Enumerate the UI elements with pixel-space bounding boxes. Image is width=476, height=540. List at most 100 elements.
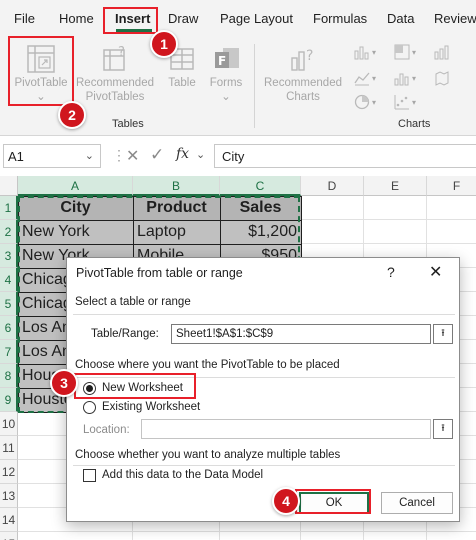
- row-header-10[interactable]: 10: [0, 412, 18, 436]
- existing-worksheet-label[interactable]: Existing Worksheet: [102, 401, 200, 413]
- row-header-4[interactable]: 4: [0, 268, 18, 292]
- column-header-a[interactable]: A: [18, 176, 133, 196]
- cancel-button[interactable]: Cancel: [381, 492, 453, 514]
- row-header-15[interactable]: 15: [0, 532, 18, 540]
- svg-text:F: F: [218, 54, 226, 68]
- table-cell-border: [133, 196, 221, 221]
- row-header-8[interactable]: 8: [0, 364, 18, 388]
- chevron-down-icon: ▾: [372, 98, 377, 107]
- forms-button[interactable]: F Forms ⌄: [204, 44, 248, 104]
- scatter-chart-icon[interactable]: [394, 94, 410, 110]
- more-options-icon: ⋮: [112, 147, 126, 163]
- row-header-3[interactable]: 3: [0, 244, 18, 268]
- column-header-e[interactable]: E: [364, 176, 427, 196]
- cancel-icon[interactable]: ✕: [126, 146, 139, 166]
- combo-chart-icon[interactable]: [434, 44, 450, 60]
- new-worksheet-radio[interactable]: [83, 382, 96, 395]
- pivottable-dialog: PivotTable from table or range ? ✕ Selec…: [66, 257, 460, 522]
- table-label: Table: [168, 77, 196, 89]
- insert-function-icon[interactable]: fx: [176, 146, 189, 162]
- chevron-down-icon: ▾: [412, 48, 417, 57]
- column-chart-icon[interactable]: [354, 44, 370, 60]
- row-header-7[interactable]: 7: [0, 340, 18, 364]
- table-cell-border: [18, 196, 134, 221]
- table-cell-border: [133, 220, 221, 245]
- help-icon[interactable]: ?: [387, 264, 395, 280]
- pivottable-button[interactable]: PivotTable ⌄: [10, 44, 72, 104]
- statistic-chart-icon[interactable]: [394, 70, 410, 86]
- row-header-12[interactable]: 12: [0, 460, 18, 484]
- divider: [73, 377, 455, 378]
- chevron-down-icon: ⌄: [221, 91, 231, 103]
- step-badge-3: 3: [50, 369, 78, 397]
- tab-draw[interactable]: Draw: [168, 11, 198, 26]
- collapse-dialog-icon[interactable]: ⭱: [433, 419, 453, 439]
- tab-insert[interactable]: Insert: [115, 11, 150, 26]
- column-header-c[interactable]: C: [220, 176, 301, 196]
- location-label: Location:: [83, 424, 130, 436]
- column-header-f[interactable]: F: [427, 176, 476, 196]
- column-header-b[interactable]: B: [133, 176, 220, 196]
- forms-label: Forms: [209, 77, 243, 89]
- range-label: TTable/Range:: [91, 328, 159, 340]
- recommended-pivottables-icon: ?: [103, 45, 125, 71]
- hierarchy-chart-icon[interactable]: [394, 44, 410, 60]
- existing-worksheet-radio[interactable]: [83, 401, 96, 414]
- row-header-14[interactable]: 14: [0, 508, 18, 532]
- row-header-11[interactable]: 11: [0, 436, 18, 460]
- data-model-label[interactable]: Add this data to the Data Model: [102, 469, 263, 481]
- close-icon[interactable]: ✕: [429, 262, 442, 282]
- tab-file[interactable]: File: [14, 11, 35, 26]
- step-badge-4: 4: [272, 487, 300, 515]
- column-header-d[interactable]: D: [301, 176, 364, 196]
- tab-home[interactable]: Home: [59, 11, 94, 26]
- section-place-label: Choose where you want the PivotTable to …: [75, 359, 340, 371]
- map-chart-icon[interactable]: [434, 70, 450, 86]
- location-input[interactable]: [141, 419, 431, 439]
- chevron-down-icon[interactable]: ⌄: [85, 149, 94, 162]
- active-tab-underline: [116, 29, 152, 32]
- tab-page-layout[interactable]: Page Layout: [220, 11, 293, 26]
- ok-button[interactable]: OK: [299, 492, 369, 514]
- dialog-title: PivotTable from table or range: [76, 266, 243, 280]
- tables-group-label: Tables: [112, 118, 144, 130]
- pie-chart-icon[interactable]: [354, 94, 370, 110]
- row-header-1[interactable]: 1: [0, 196, 18, 220]
- chevron-down-icon: ▾: [372, 48, 377, 57]
- collapse-dialog-icon[interactable]: ⭱: [433, 324, 453, 344]
- row-header-5[interactable]: 5: [0, 292, 18, 316]
- range-label-text: Table/Range:: [91, 328, 159, 340]
- charts-group-label: Charts: [398, 118, 431, 130]
- grid-line: [18, 531, 476, 532]
- chevron-down-icon[interactable]: ⌄: [196, 148, 205, 161]
- row-header-2[interactable]: 2: [0, 220, 18, 244]
- row-header-13[interactable]: 13: [0, 484, 18, 508]
- recommended-charts-label-1: Recommended: [264, 77, 342, 89]
- data-model-checkbox[interactable]: [83, 469, 96, 482]
- chevron-down-icon: ▾: [412, 74, 417, 83]
- tab-data[interactable]: Data: [387, 11, 414, 26]
- recommended-charts-label-2: Charts: [286, 91, 320, 103]
- select-all-corner[interactable]: [0, 176, 18, 196]
- tab-formulas[interactable]: Formulas: [313, 11, 367, 26]
- recommended-pivottables-button[interactable]: ? Recommended PivotTables: [74, 44, 156, 104]
- svg-text:?: ?: [118, 45, 125, 60]
- new-worksheet-label[interactable]: New Worksheet: [102, 382, 183, 394]
- chevron-down-icon: ▾: [412, 98, 417, 107]
- step-badge-1: 1: [150, 30, 178, 58]
- formula-controls: ⋮ ✕ ✓ fx ⌄: [112, 144, 210, 168]
- forms-icon: F: [215, 48, 239, 68]
- enter-icon[interactable]: ✓: [150, 145, 164, 165]
- tab-review[interactable]: Review: [434, 11, 476, 26]
- step-badge-2: 2: [58, 101, 86, 129]
- name-box[interactable]: A1 ⌄: [3, 144, 101, 168]
- formula-input[interactable]: City: [214, 144, 476, 168]
- recommended-charts-button[interactable]: ? Recommended Charts: [262, 44, 344, 104]
- table-range-input[interactable]: Sheet1!$A$1:$C$9: [171, 324, 431, 344]
- name-box-value: A1: [8, 149, 24, 164]
- row-header-6[interactable]: 6: [0, 316, 18, 340]
- pivottable-label: PivotTable: [14, 77, 68, 89]
- row-header-9[interactable]: 9: [0, 388, 18, 412]
- line-chart-icon[interactable]: [354, 70, 370, 86]
- menu-bar: File Home Insert Draw Page Layout Formul…: [0, 0, 476, 38]
